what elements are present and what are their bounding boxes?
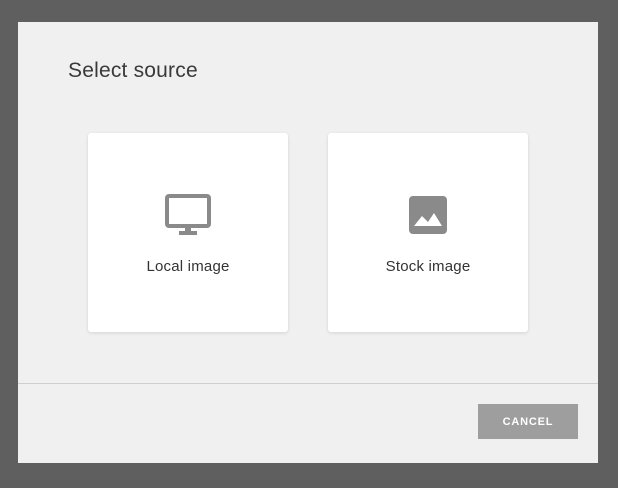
local-image-option[interactable]: Local image (88, 133, 288, 332)
select-source-dialog: Select source Local image Stock image CA… (18, 22, 598, 463)
cancel-button[interactable]: CANCEL (478, 404, 578, 439)
stock-image-option[interactable]: Stock image (328, 133, 528, 332)
dialog-title: Select source (68, 59, 198, 82)
local-image-label: Local image (146, 258, 230, 275)
footer-divider (18, 383, 598, 384)
monitor-icon (164, 193, 212, 237)
image-icon (404, 193, 452, 237)
modal-backdrop: Select source Local image Stock image CA… (0, 0, 618, 488)
stock-image-label: Stock image (385, 258, 471, 275)
